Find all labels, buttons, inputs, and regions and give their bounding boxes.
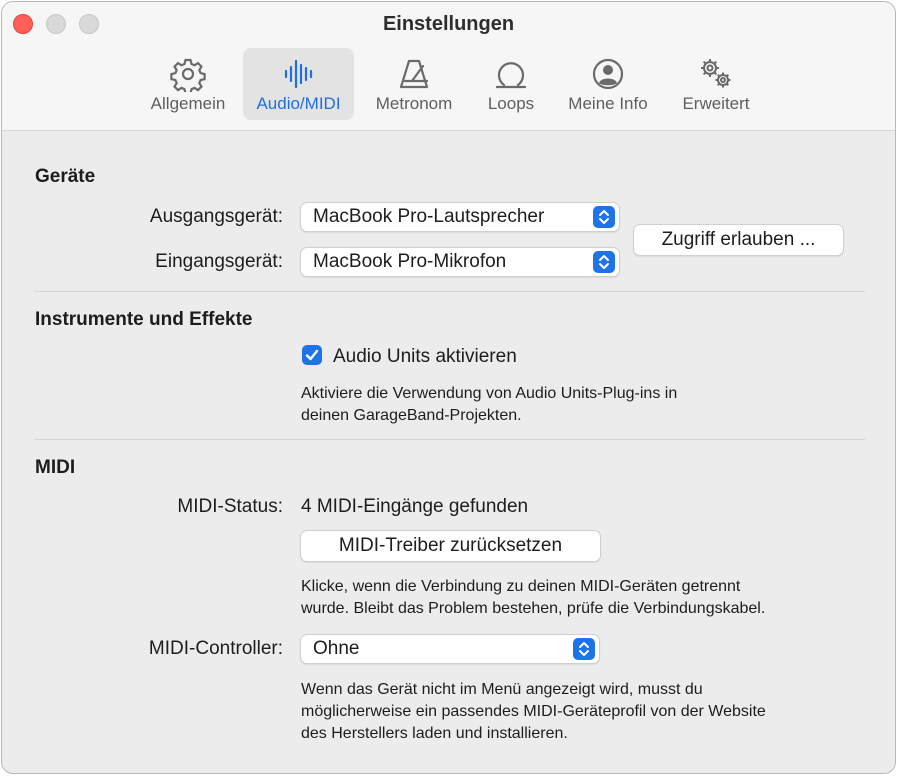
controller-help-line3: des Herstellers laden und installieren. [301,725,568,742]
output-device-label: Ausgangsgerät: [149,206,283,227]
controller-help-line1: Wenn das Gerät nicht im Menü angezeigt w… [301,681,703,698]
waveform-icon [284,59,312,89]
preferences-window: Einstellungen Allgemein Audio/MIDI Metro… [1,1,896,774]
audio-units-checkbox[interactable] [302,345,322,365]
gears-icon [701,59,731,88]
tab-label: Erweitert [682,94,750,113]
reset-help-line2: wurde. Bleibt das Problem bestehen, prüf… [301,600,766,617]
audio-units-description-line1: Aktiviere die Verwendung von Audio Units… [301,385,678,402]
section-divider [35,291,865,292]
tab-label: Loops [487,94,535,113]
midi-controller-popup[interactable]: Ohne [300,634,600,664]
section-divider [35,439,865,440]
tab-allgemein[interactable]: Allgemein [140,48,236,120]
tab-meine-info[interactable]: Meine Info [560,48,656,120]
midi-controller-value: Ohne [313,638,360,659]
tab-audio-midi[interactable]: Audio/MIDI [243,48,354,120]
input-device-value: MacBook Pro-Mikrofon [313,251,507,272]
metronome-icon [399,59,429,89]
loop-icon [495,62,527,89]
tab-label: Metronom [375,94,453,113]
tab-label: Allgemein [150,94,226,113]
section-title-midi: MIDI [35,457,76,478]
reset-help-line1: Klicke, wenn die Verbindung zu deinen MI… [301,578,741,595]
person-circle-icon [592,58,624,90]
popup-stepper-icon [573,638,595,660]
tab-erweitert[interactable]: Erweitert [668,48,764,120]
tab-metronom[interactable]: Metronom [366,48,462,120]
midi-status-value: 4 MIDI-Eingänge gefunden [301,496,529,517]
output-device-popup[interactable]: MacBook Pro-Lautsprecher [300,202,620,232]
popup-stepper-icon [593,251,615,273]
audio-units-description-line2: deinen GarageBand-Projekten. [301,407,522,424]
reset-midi-driver-button[interactable]: MIDI-Treiber zurücksetzen [300,530,601,562]
tab-loops[interactable]: Loops [472,48,550,120]
gear-icon [170,58,206,92]
tab-label: Audio/MIDI [256,94,341,113]
tab-label: Meine Info [568,94,648,113]
midi-status-label: MIDI-Status: [177,496,283,517]
output-device-value: MacBook Pro-Lautsprecher [313,206,545,227]
allow-access-button[interactable]: Zugriff erlauben ... [633,224,844,256]
section-title-instruments: Instrumente und Effekte [35,309,253,330]
popup-stepper-icon [593,206,615,228]
input-device-popup[interactable]: MacBook Pro-Mikrofon [300,247,620,277]
toolbar: Einstellungen Allgemein Audio/MIDI Metro… [2,2,895,131]
window-title: Einstellungen [382,13,515,35]
checkmark-icon [305,349,319,361]
input-device-label: Eingangsgerät: [155,251,283,272]
audio-units-label[interactable]: Audio Units aktivieren [333,346,517,368]
midi-controller-label: MIDI-Controller: [148,638,283,659]
section-title-devices: Geräte [35,166,96,187]
controller-help-line2: möglicherweise ein passendes MIDI-Geräte… [301,703,766,720]
